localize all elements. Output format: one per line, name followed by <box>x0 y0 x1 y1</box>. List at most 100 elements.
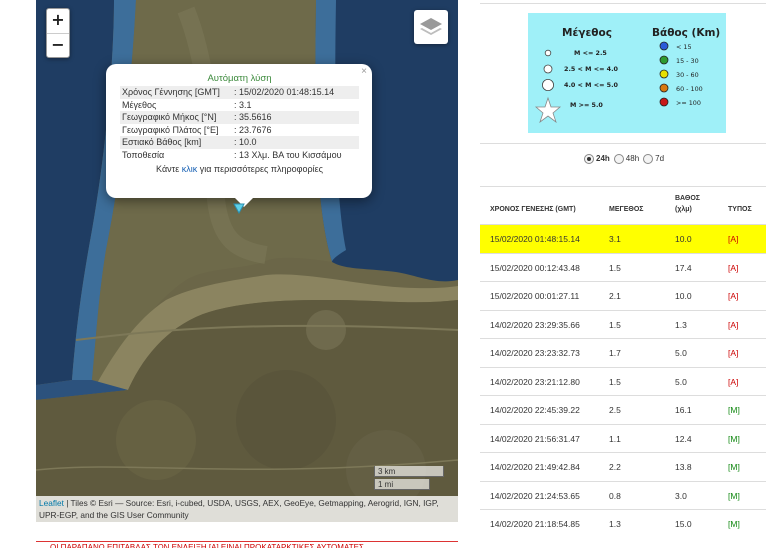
depth-label: >= 100 <box>676 99 701 107</box>
cell-type[interactable]: [M] <box>728 434 740 444</box>
cell-depth: 13.8 <box>675 462 692 472</box>
filter-48h[interactable]: 48h <box>613 154 639 164</box>
cell-magnitude: 1.5 <box>609 376 621 387</box>
popup-value: : 35.5616 <box>234 112 272 123</box>
popup-value: : 3.1 <box>234 99 252 110</box>
col-depth-unit: (χλμ) <box>675 206 692 213</box>
depth-label: 30 - 60 <box>676 71 699 79</box>
cell-depth: 10.0 <box>675 291 692 301</box>
cell-type[interactable]: [M] <box>728 491 740 501</box>
popup-value: : 23.7676 <box>234 124 272 135</box>
cell-type[interactable]: [A] <box>728 263 738 273</box>
table-row[interactable]: 15/02/2020 00:01:27.11 2.1 10.0 [A] <box>480 281 766 310</box>
popup-key: Τοποθεσία <box>122 149 165 160</box>
cell-type[interactable]: [A] <box>728 234 738 244</box>
popup-row: Γεωγραφικό Μήκος [°N] : 35.5616 <box>120 111 359 124</box>
events-table: ΧΡΟΝΟΣ ΓΕΝΕΣΗΣ (GMT) ΜΕΓΕΘΟΣ ΒΑΘΟΣ (χλμ)… <box>480 186 766 538</box>
cell-time: 15/02/2020 00:01:27.11 <box>490 291 580 301</box>
map-view[interactable]: + − × Αυτόματη λύση Χρόνος Γέννησης [GMT… <box>36 0 458 522</box>
popup-close-button[interactable]: × <box>361 66 367 77</box>
depth-label: 60 - 100 <box>676 85 703 93</box>
scale-km: 3 km <box>374 466 444 477</box>
table-row[interactable]: 14/02/2020 21:56:31.47 1.1 12.4 [M] <box>480 423 766 453</box>
cell-time: 14/02/2020 22:45:39.22 <box>490 405 580 415</box>
popup-key: Μέγεθος <box>122 99 157 110</box>
event-popup: × Αυτόματη λύση Χρόνος Γέννησης [GMT]: 1… <box>106 64 372 207</box>
depth-color-dot <box>659 97 669 107</box>
table-row[interactable]: 15/02/2020 01:48:15.14 3.1 10.0 [A] <box>480 224 766 253</box>
cell-type[interactable]: [A] <box>728 377 738 387</box>
popup-value: : 13 Χλμ. ΒΑ του Κισσάμου <box>234 149 342 160</box>
table-row[interactable]: 14/02/2020 23:23:32.73 1.7 5.0 [A] <box>480 338 766 367</box>
cell-type[interactable]: [M] <box>728 405 740 415</box>
cell-time: 15/02/2020 00:12:43.48 <box>490 262 580 273</box>
cell-type[interactable]: [A] <box>728 348 738 358</box>
cell-magnitude: 2.5 <box>609 405 621 415</box>
table-row[interactable]: 15/02/2020 00:12:43.48 1.5 17.4 [A] <box>480 252 766 282</box>
col-type: ΤΥΠΟΣ <box>728 206 752 213</box>
cell-time: 15/02/2020 01:48:15.14 <box>490 234 580 244</box>
popup-more-info: Κάντε κλικ για περισσότερες πληροφορίες <box>156 163 323 174</box>
more-info-link[interactable]: κλικ <box>182 164 198 174</box>
table-row[interactable]: 14/02/2020 23:29:35.66 1.5 1.3 [A] <box>480 309 766 339</box>
cell-type[interactable]: [A] <box>728 320 738 330</box>
size-label: 4.0 < M <= 5.0 <box>564 81 618 89</box>
table-row[interactable]: 14/02/2020 23:21:12.80 1.5 5.0 [A] <box>480 366 766 396</box>
cell-depth: 5.0 <box>675 348 687 358</box>
size-symbol-large <box>541 79 554 92</box>
cell-type[interactable]: [A] <box>728 291 738 301</box>
earthquake-marker-icon[interactable] <box>233 202 245 214</box>
cell-depth: 15.0 <box>675 519 692 529</box>
popup-row: Μέγεθος : 3.1 <box>120 99 359 112</box>
leaflet-link[interactable]: Leaflet <box>39 498 64 508</box>
table-row[interactable]: 14/02/2020 21:49:42.84 2.2 13.8 [M] <box>480 452 766 481</box>
layers-icon <box>420 18 442 35</box>
popup-key: Γεωγραφικό Μήκος [°N] <box>122 112 217 123</box>
size-label: M <= 2.5 <box>574 49 607 57</box>
time-filter: 24h 48h 7d <box>584 154 664 164</box>
size-symbol-medium <box>543 64 553 74</box>
depth-label: 15 - 30 <box>676 57 699 65</box>
cell-time: 14/02/2020 21:24:53.65 <box>490 490 580 501</box>
zoom-in-button[interactable]: + <box>47 9 69 33</box>
filter-7d[interactable]: 7d <box>643 154 664 164</box>
cell-time: 14/02/2020 21:56:31.47 <box>490 433 580 444</box>
event-panel: Μέγεθος Βάθος (Km) M <= 2.5 2.5 < M <= 4… <box>480 0 766 548</box>
popup-value: : 10.0 <box>234 137 257 148</box>
cell-magnitude: 0.8 <box>609 490 621 501</box>
popup-details: Χρόνος Γέννησης [GMT]: 15/02/2020 01:48:… <box>120 86 359 162</box>
depth-color-dot <box>659 55 669 65</box>
cell-depth: 17.4 <box>675 262 692 273</box>
table-row[interactable]: 14/02/2020 21:24:53.65 0.8 3.0 [M] <box>480 480 766 510</box>
table-header: ΧΡΟΝΟΣ ΓΕΝΕΣΗΣ (GMT) ΜΕΓΕΘΟΣ ΒΑΘΟΣ (χλμ)… <box>480 186 766 224</box>
legend: Μέγεθος Βάθος (Km) M <= 2.5 2.5 < M <= 4… <box>528 13 726 133</box>
radio-icon[interactable] <box>584 154 594 164</box>
radio-icon[interactable] <box>643 154 654 164</box>
cell-magnitude: 1.3 <box>609 519 621 529</box>
zoom-out-button[interactable]: − <box>47 33 69 57</box>
cell-magnitude: 1.5 <box>609 319 621 330</box>
table-row[interactable]: 14/02/2020 22:45:39.22 2.5 16.1 [M] <box>480 395 766 424</box>
cell-time: 14/02/2020 21:18:54.85 <box>490 519 580 529</box>
layers-button[interactable] <box>414 10 448 44</box>
map-attribution: Leaflet | Tiles © Esri — Source: Esri, i… <box>36 496 458 522</box>
cell-type[interactable]: [M] <box>728 462 740 472</box>
size-label: M >= 5.0 <box>570 101 603 109</box>
cell-time: 14/02/2020 23:23:32.73 <box>490 348 580 358</box>
radio-icon[interactable] <box>613 154 624 164</box>
popup-title: Αυτόματη λύση <box>207 73 272 84</box>
table-row[interactable]: 14/02/2020 21:18:54.85 1.3 15.0 [M] <box>480 509 766 538</box>
depth-color-dot <box>659 83 669 93</box>
table-body: 15/02/2020 01:48:15.14 3.1 10.0 [A] 15/02/20… <box>480 224 766 538</box>
cell-type[interactable]: [M] <box>728 519 740 529</box>
notice-banner: ΟΙ ΠΑΡΑΠΑΝΩ ΕΠΙΤΑΒΛΑΣ ΤΩΝ ΕΝΔΕΙΞΗ [Α] ΕΙ… <box>36 541 458 548</box>
cell-depth: 10.0 <box>675 234 692 244</box>
popup-row: Εστιακό Βάθος [km]: 10.0 <box>120 136 359 149</box>
cell-depth: 12.4 <box>675 433 692 444</box>
cell-depth: 5.0 <box>675 376 687 387</box>
cell-time: 14/02/2020 23:29:35.66 <box>490 319 580 330</box>
scale-mi: 1 mi <box>374 479 430 490</box>
filter-24h[interactable]: 24h <box>584 154 610 164</box>
col-depth: ΒΑΘΟΣ <box>675 195 701 202</box>
size-symbol-small <box>544 49 552 57</box>
